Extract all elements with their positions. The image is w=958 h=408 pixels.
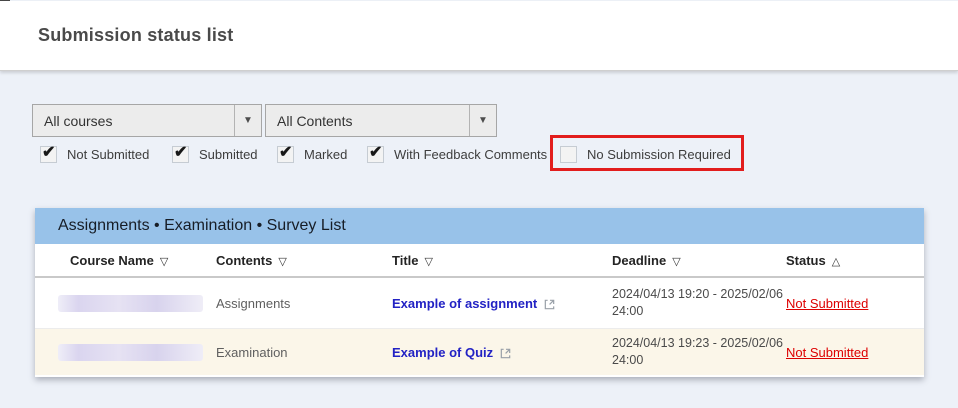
column-header-contents[interactable]: Contents ▽ xyxy=(216,244,287,276)
column-header-deadline[interactable]: Deadline ▽ xyxy=(612,244,681,276)
checkbox-label: With Feedback Comments xyxy=(394,147,547,162)
external-link-icon xyxy=(543,298,556,311)
table-row: Assignments Example of assignment 2024/0… xyxy=(35,278,924,329)
status-link[interactable]: Not Submitted xyxy=(786,345,868,360)
sort-desc-icon[interactable]: ▽ xyxy=(160,255,168,268)
page-header: Submission status list xyxy=(0,1,958,71)
contents-filter-value: All Contents xyxy=(266,113,469,129)
chevron-down-icon[interactable]: ▼ xyxy=(469,105,496,136)
checkbox-label: Marked xyxy=(304,147,347,162)
chevron-down-icon[interactable]: ▼ xyxy=(234,105,261,136)
status-cell: Not Submitted xyxy=(786,278,868,328)
submission-status-page: Submission status list All courses ▼ All… xyxy=(0,0,958,408)
course-name-redacted xyxy=(58,295,203,312)
deadline-cell: 2024/04/13 19:23 - 2025/02/06 24:00 xyxy=(612,329,783,375)
checkbox-with-feedback-comments[interactable]: With Feedback Comments xyxy=(367,144,547,164)
sort-desc-icon[interactable]: ▽ xyxy=(672,255,680,268)
status-cell: Not Submitted xyxy=(786,329,868,375)
checkbox-submitted[interactable]: Submitted xyxy=(172,144,258,164)
title-cell: Example of assignment xyxy=(392,278,556,328)
status-link[interactable]: Not Submitted xyxy=(786,296,868,311)
checkbox-no-submission-required[interactable]: No Submission Required xyxy=(560,144,731,164)
course-filter-dropdown[interactable]: All courses ▼ xyxy=(32,104,262,137)
column-header-course-name[interactable]: Course Name ▽ xyxy=(70,244,168,276)
column-header-status[interactable]: Status △ xyxy=(786,244,840,276)
column-header-title[interactable]: Title ▽ xyxy=(392,244,433,276)
checkbox-not-submitted[interactable]: Not Submitted xyxy=(40,144,149,164)
contents-filter-dropdown[interactable]: All Contents ▼ xyxy=(265,104,497,137)
sort-desc-icon[interactable]: ▽ xyxy=(425,255,433,268)
deadline-cell: 2024/04/13 19:20 - 2025/02/06 24:00 xyxy=(612,278,783,328)
course-name-cell xyxy=(58,278,203,328)
title-cell: Example of Quiz xyxy=(392,329,512,375)
checkbox-icon[interactable] xyxy=(40,146,57,163)
course-name-redacted xyxy=(58,344,203,361)
checkbox-label: Submitted xyxy=(199,147,258,162)
checkbox-label: Not Submitted xyxy=(67,147,149,162)
table-row: Examination Example of Quiz 2024/04/13 1… xyxy=(35,329,924,375)
checkbox-marked[interactable]: Marked xyxy=(277,144,347,164)
quiz-link[interactable]: Example of Quiz xyxy=(392,345,493,360)
checkbox-icon[interactable] xyxy=(560,146,577,163)
contents-cell: Examination xyxy=(216,329,288,375)
submission-table: Assignments • Examination • Survey List … xyxy=(35,208,924,377)
sort-desc-icon[interactable]: ▽ xyxy=(278,255,286,268)
checkbox-label: No Submission Required xyxy=(587,147,731,162)
checkbox-icon[interactable] xyxy=(172,146,189,163)
table-title: Assignments • Examination • Survey List xyxy=(58,217,346,235)
page-title: Submission status list xyxy=(38,25,233,46)
course-filter-value: All courses xyxy=(33,113,234,129)
checkbox-icon[interactable] xyxy=(277,146,294,163)
course-name-cell xyxy=(58,329,203,375)
contents-cell: Assignments xyxy=(216,278,290,328)
table-column-header-row: Course Name ▽ Contents ▽ Title ▽ Deadlin… xyxy=(35,244,924,278)
checkbox-icon[interactable] xyxy=(367,146,384,163)
external-link-icon xyxy=(499,347,512,360)
sort-asc-icon[interactable]: △ xyxy=(832,255,840,268)
table-title-bar: Assignments • Examination • Survey List xyxy=(35,208,924,244)
assignment-link[interactable]: Example of assignment xyxy=(392,296,537,311)
